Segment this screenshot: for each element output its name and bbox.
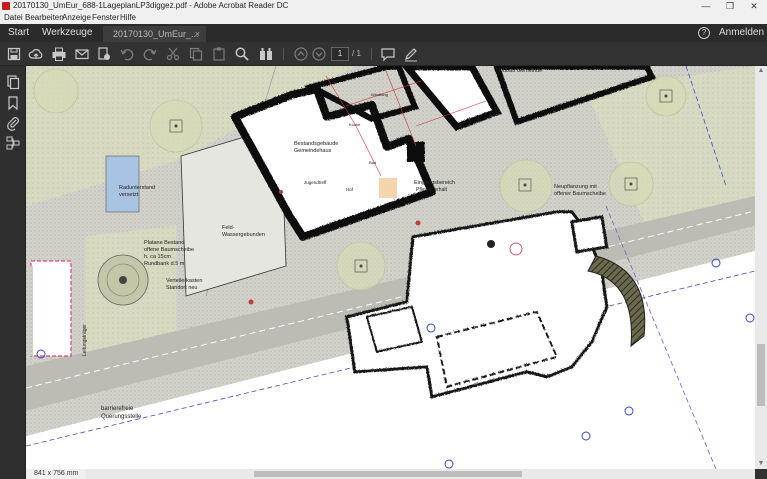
label-kueche: Küche [349, 122, 361, 127]
label-windfang: Windfang [371, 92, 388, 97]
menu-fenster[interactable]: Fenster [92, 12, 119, 24]
plot-boundary [30, 260, 72, 357]
layers-icon[interactable] [5, 135, 21, 151]
label-hoehe: h. ca 15cm [144, 254, 171, 260]
tab-document[interactable]: 20170130_UmEur_... × [103, 26, 206, 42]
search-icon[interactable] [234, 46, 250, 62]
label-verteilerkasten: Verteilerkasten [166, 278, 202, 284]
toolbar: 1 / 1 [0, 42, 767, 66]
label-querungsstelle: Querungsstelle [101, 414, 142, 420]
save-icon[interactable] [6, 46, 22, 62]
label-flur: Flur [378, 132, 386, 137]
menu-hilfe[interactable]: Hilfe [120, 12, 136, 24]
document-view[interactable]: Bestandsgebäude Gemeindehaus Neubau Geme… [26, 66, 755, 469]
scroll-up-icon[interactable]: ▲ [755, 66, 767, 76]
page-total: / 1 [352, 49, 361, 58]
attachment-icon[interactable] [5, 115, 21, 131]
tree-icon [119, 276, 127, 284]
tab-document-label: 20170130_UmEur_... [113, 29, 199, 39]
paste-icon[interactable] [211, 46, 227, 62]
label-standort: Standort neu [166, 285, 198, 291]
undo-icon[interactable] [119, 46, 135, 62]
close-tab-icon[interactable]: × [195, 26, 200, 42]
vertical-scrollbar[interactable]: ▲ ▼ [755, 66, 767, 469]
label-wasser: Wassergebunden [222, 232, 265, 238]
menu-datei[interactable]: Datei [4, 12, 23, 24]
page-up-icon[interactable] [293, 46, 309, 62]
restore-button[interactable]: ❐ [719, 0, 741, 12]
label-versetzt: versetzt [119, 192, 139, 198]
mail-icon[interactable] [74, 46, 90, 62]
acrobat-window: 20170130_UmEur_688-1LageplanLP3diggez.pd… [0, 0, 767, 479]
cloud-upload-icon[interactable] [28, 46, 44, 62]
copy-icon[interactable] [188, 46, 204, 62]
redo-icon[interactable] [142, 46, 158, 62]
label-neupflanzung: Neupflanzung mit [554, 184, 597, 190]
tab-start[interactable]: Start [8, 24, 29, 42]
toolbar-separator [371, 48, 372, 60]
label-bestand: Bestandsgebäude [294, 141, 338, 147]
horizontal-scrollbar[interactable] [86, 469, 755, 479]
tools-icon[interactable] [258, 46, 274, 62]
minimize-button[interactable]: — [695, 0, 717, 12]
acrobat-app-icon [2, 2, 10, 10]
vertical-scroll-thumb[interactable] [757, 344, 765, 406]
tab-bar: Start Werkzeuge 20170130_UmEur_... × ? A… [0, 24, 767, 42]
menu-bar: Datei Bearbeiten Anzeige Fenster Hilfe [0, 12, 767, 24]
label-rundbank: Rundbank d.5 m [144, 261, 185, 267]
page-size-readout: 841 x 756 mm [26, 469, 86, 479]
site-plan-drawing: Bestandsgebäude Gemeindehaus Neubau Geme… [26, 66, 755, 469]
label-hof: Hof [346, 187, 354, 192]
close-button[interactable]: ✕ [743, 0, 765, 12]
page-number-input[interactable]: 1 [331, 47, 349, 61]
title-bar: 20170130_UmEur_688-1LageplanLP3diggez.pd… [0, 0, 767, 12]
label-wc: WC (barr) [346, 104, 364, 109]
label-platane: Platane Bestand [144, 240, 184, 246]
comment-icon[interactable] [380, 46, 396, 62]
label-offene-baumscheibe: offener Baumscheibe [554, 191, 606, 197]
window-title: 20170130_UmEur_688-1LageplanLP3diggez.pd… [13, 1, 289, 10]
signin-button[interactable]: Anmelden [719, 24, 764, 42]
navigation-pane [0, 66, 26, 479]
bookmark-icon[interactable] [5, 95, 21, 111]
label-radunterstand: Radunterstand [119, 185, 155, 191]
page-thumbnails-icon[interactable] [5, 74, 21, 90]
horizontal-scroll-thumb[interactable] [254, 471, 522, 477]
menu-anzeige[interactable]: Anzeige [62, 12, 91, 24]
label-leitungstraeger: Leitungsträger [82, 324, 88, 356]
page-down-icon[interactable] [311, 46, 327, 62]
label-barrierefrei: barrierefreie [101, 406, 134, 412]
scissors-icon[interactable] [165, 46, 181, 62]
label-feld: Feld- [222, 225, 235, 231]
label-baumscheibe: offene Baumscheibe [144, 247, 194, 253]
label-pflaster: Pflaster erhalt [416, 187, 447, 193]
label-bad: Bad [369, 160, 376, 165]
toolbar-separator [283, 48, 284, 60]
scroll-down-icon[interactable]: ▼ [755, 459, 767, 469]
scan-icon[interactable] [96, 46, 112, 62]
label-neubau: Neubau Gemeinde [496, 68, 542, 74]
pen-icon[interactable] [403, 46, 419, 62]
label-gemeindehaus: Gemeindehaus [294, 148, 332, 154]
tab-werkzeuge[interactable]: Werkzeuge [42, 24, 92, 42]
entrance-paving [379, 178, 397, 198]
water-feature [105, 155, 140, 213]
label-eingang: Eingangsbereich [414, 180, 455, 186]
label-jugendtreff: Jugendtreff [304, 180, 327, 185]
help-icon[interactable]: ? [698, 27, 710, 39]
plot-edge [26, 266, 33, 356]
print-icon[interactable] [51, 46, 67, 62]
menu-bearbeiten[interactable]: Bearbeiten [25, 12, 64, 24]
